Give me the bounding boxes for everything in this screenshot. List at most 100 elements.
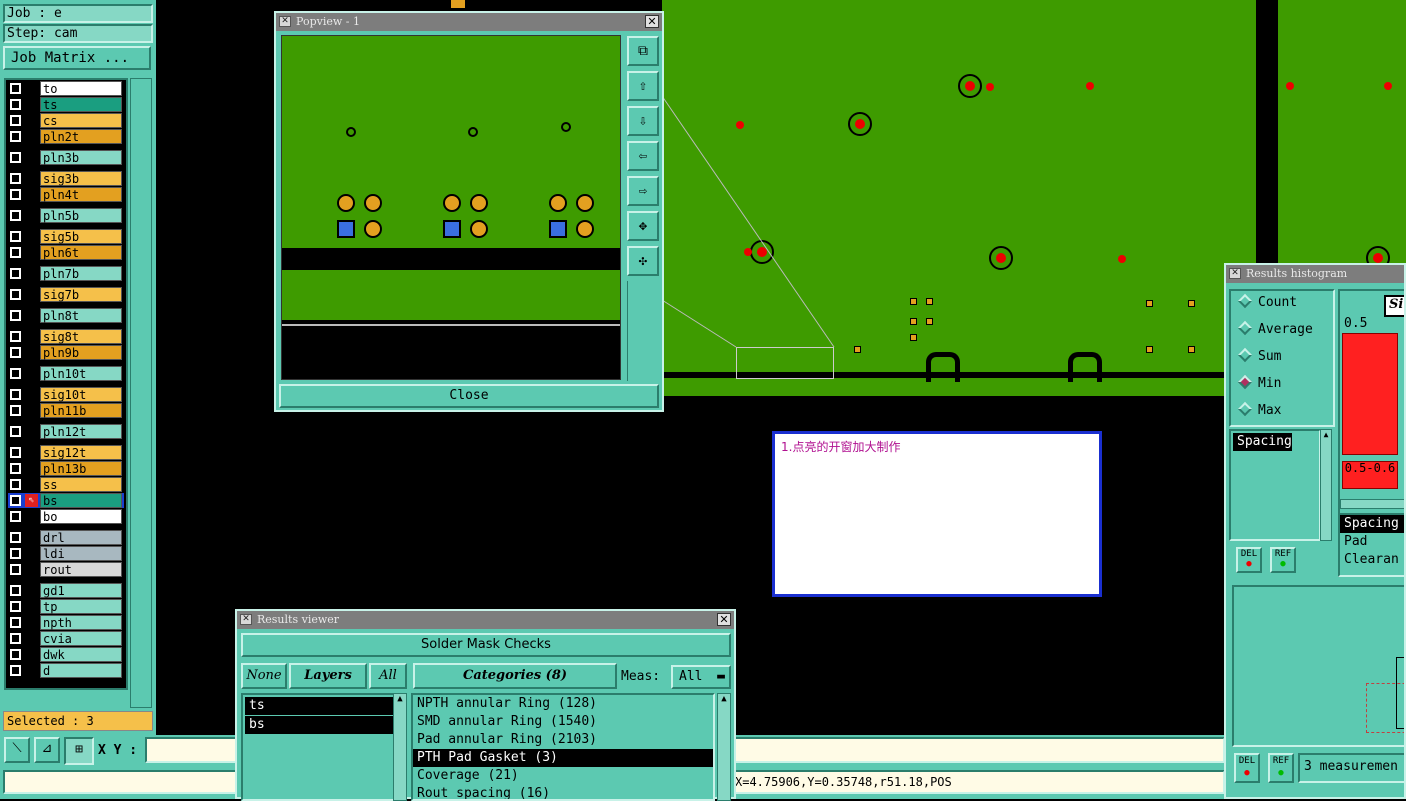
layer-checkbox[interactable]	[10, 99, 21, 110]
layer-checkbox[interactable]	[10, 601, 21, 612]
popview-titlebar[interactable]: ✕ Popview - 1 ✕	[276, 13, 662, 31]
layer-checkbox[interactable]	[10, 347, 21, 358]
tool-diagonal-icon[interactable]: ⟍	[4, 737, 30, 763]
layer-row-drl[interactable]: drl	[8, 530, 124, 545]
layer-row-ss[interactable]: ss	[8, 477, 124, 492]
layer-checkbox[interactable]	[10, 463, 21, 474]
zoom-out-icon[interactable]: ✣	[627, 246, 659, 276]
layer-row-pln10t[interactable]: pln10t	[8, 366, 124, 381]
list-item[interactable]: bs	[245, 716, 397, 734]
layer-row-cvia[interactable]: cvia	[8, 631, 124, 646]
layers-scrollbar[interactable]: ▲	[393, 693, 407, 801]
layer-checkbox[interactable]	[10, 548, 21, 559]
layer-checkbox[interactable]	[10, 649, 21, 660]
ref-button[interactable]: REF ●	[1268, 753, 1294, 783]
close-icon[interactable]: ✕	[717, 613, 731, 626]
category-item[interactable]: SMD annular Ring (1540)	[413, 713, 713, 731]
categories-button[interactable]: Categories (8)	[413, 663, 617, 689]
layer-row-pln7b[interactable]: pln7b	[8, 266, 124, 281]
layer-checkbox[interactable]	[10, 511, 21, 522]
layer-checkbox[interactable]	[10, 633, 21, 644]
del-button[interactable]: DEL ●	[1236, 547, 1262, 573]
layer-checkbox[interactable]	[10, 665, 21, 676]
layer-checkbox[interactable]	[10, 83, 21, 94]
list-item[interactable]: Spacing	[1233, 433, 1292, 451]
layer-row-gd1[interactable]: gd1	[8, 583, 124, 598]
categories-scrollbar[interactable]: ▲	[717, 693, 731, 801]
layer-row-pln4t[interactable]: pln4t	[8, 187, 124, 202]
layer-row-ts[interactable]: ts	[8, 97, 124, 112]
option-count[interactable]: Count	[1237, 293, 1297, 310]
histogram-titlebar[interactable]: ✕ Results histogram	[1226, 265, 1404, 283]
layer-checkbox[interactable]	[10, 389, 21, 400]
none-button[interactable]: None	[241, 663, 287, 689]
zoom-home-icon[interactable]: ⧉	[627, 36, 659, 66]
ref-button[interactable]: REF ●	[1270, 547, 1296, 573]
measure-list[interactable]: Spacing	[1229, 429, 1321, 541]
category-item[interactable]: Coverage (21)	[413, 767, 713, 785]
pan-up-icon[interactable]: ⇧	[627, 71, 659, 101]
layer-checkbox[interactable]	[10, 289, 21, 300]
window-menu-icon[interactable]: ✕	[1229, 268, 1241, 279]
option-sum[interactable]: Sum	[1237, 347, 1281, 364]
results-viewer-titlebar[interactable]: ✕ Results viewer ✕	[237, 611, 734, 629]
del-button[interactable]: DEL ●	[1234, 753, 1260, 783]
layer-row-sig3b[interactable]: sig3b	[8, 171, 124, 186]
pan-down-icon[interactable]: ⇩	[627, 106, 659, 136]
layer-row-to[interactable]: to	[8, 81, 124, 96]
layer-checkbox[interactable]	[10, 268, 21, 279]
layer-checkbox[interactable]	[10, 495, 21, 506]
layer-row-pln3b[interactable]: pln3b	[8, 150, 124, 165]
option-max[interactable]: Max	[1237, 401, 1281, 418]
tool-measure-icon[interactable]: ⊿	[34, 737, 60, 763]
measure-list-scrollbar[interactable]: ▲	[1320, 429, 1332, 541]
layer-row-bs[interactable]: bs ⇖	[8, 493, 124, 508]
categories-list[interactable]: NPTH annular Ring (128) SMD annular Ring …	[411, 693, 715, 801]
zoom-in-icon[interactable]: ✥	[627, 211, 659, 241]
layer-row-npth[interactable]: npth	[8, 615, 124, 630]
layer-row-ldi[interactable]: ldi	[8, 546, 124, 561]
layer-checkbox[interactable]	[10, 210, 21, 221]
layer-row-bo[interactable]: bo	[8, 509, 124, 524]
layer-checkbox[interactable]	[10, 231, 21, 242]
layer-checkbox[interactable]	[10, 447, 21, 458]
layer-checkbox[interactable]	[10, 310, 21, 321]
meas-dropdown[interactable]: All ▬	[671, 665, 731, 689]
layer-row-pln5b[interactable]: pln5b	[8, 208, 124, 223]
list-item[interactable]: ts	[245, 697, 397, 715]
layer-checkbox[interactable]	[10, 585, 21, 596]
layer-row-pln12t[interactable]: pln12t	[8, 424, 124, 439]
category-item[interactable]: PTH Pad Gasket (3)	[413, 749, 713, 767]
layer-row-pln9b[interactable]: pln9b	[8, 345, 124, 360]
layer-checkbox[interactable]	[10, 131, 21, 142]
layer-row-cs[interactable]: cs	[8, 113, 124, 128]
layer-row-pln6t[interactable]: pln6t	[8, 245, 124, 260]
layer-row-sig10t[interactable]: sig10t	[8, 387, 124, 402]
layer-checkbox[interactable]	[10, 115, 21, 126]
layer-row-pln2t[interactable]: pln2t	[8, 129, 124, 144]
layer-row-dwk[interactable]: dwk	[8, 647, 124, 662]
layer-checkbox[interactable]	[10, 173, 21, 184]
layers-button[interactable]: Layers	[289, 663, 367, 689]
layer-checkbox[interactable]	[10, 564, 21, 575]
layer-row-sig5b[interactable]: sig5b	[8, 229, 124, 244]
job-matrix-button[interactable]: Job Matrix ...	[3, 46, 151, 70]
layer-row-sig12t[interactable]: sig12t	[8, 445, 124, 460]
window-menu-icon[interactable]: ✕	[240, 614, 252, 625]
layer-row-pln8t[interactable]: pln8t	[8, 308, 124, 323]
popview-canvas[interactable]	[281, 35, 621, 380]
layer-checkbox[interactable]	[10, 479, 21, 490]
close-button[interactable]: Close	[279, 384, 659, 408]
category-item[interactable]: Pad annular Ring (2103)	[413, 731, 713, 749]
layer-row-sig7b[interactable]: sig7b	[8, 287, 124, 302]
layer-checkbox[interactable]	[10, 247, 21, 258]
layer-checkbox[interactable]	[10, 189, 21, 200]
tool-grid-icon[interactable]: ⊞	[64, 737, 94, 765]
layer-row-pln13b[interactable]: pln13b	[8, 461, 124, 476]
all-button[interactable]: All	[369, 663, 407, 689]
layer-checkbox[interactable]	[10, 152, 21, 163]
layer-list-scroll[interactable]	[130, 78, 152, 708]
option-average[interactable]: Average	[1237, 320, 1313, 337]
layer-checkbox[interactable]	[10, 405, 21, 416]
layer-checkbox[interactable]	[10, 426, 21, 437]
